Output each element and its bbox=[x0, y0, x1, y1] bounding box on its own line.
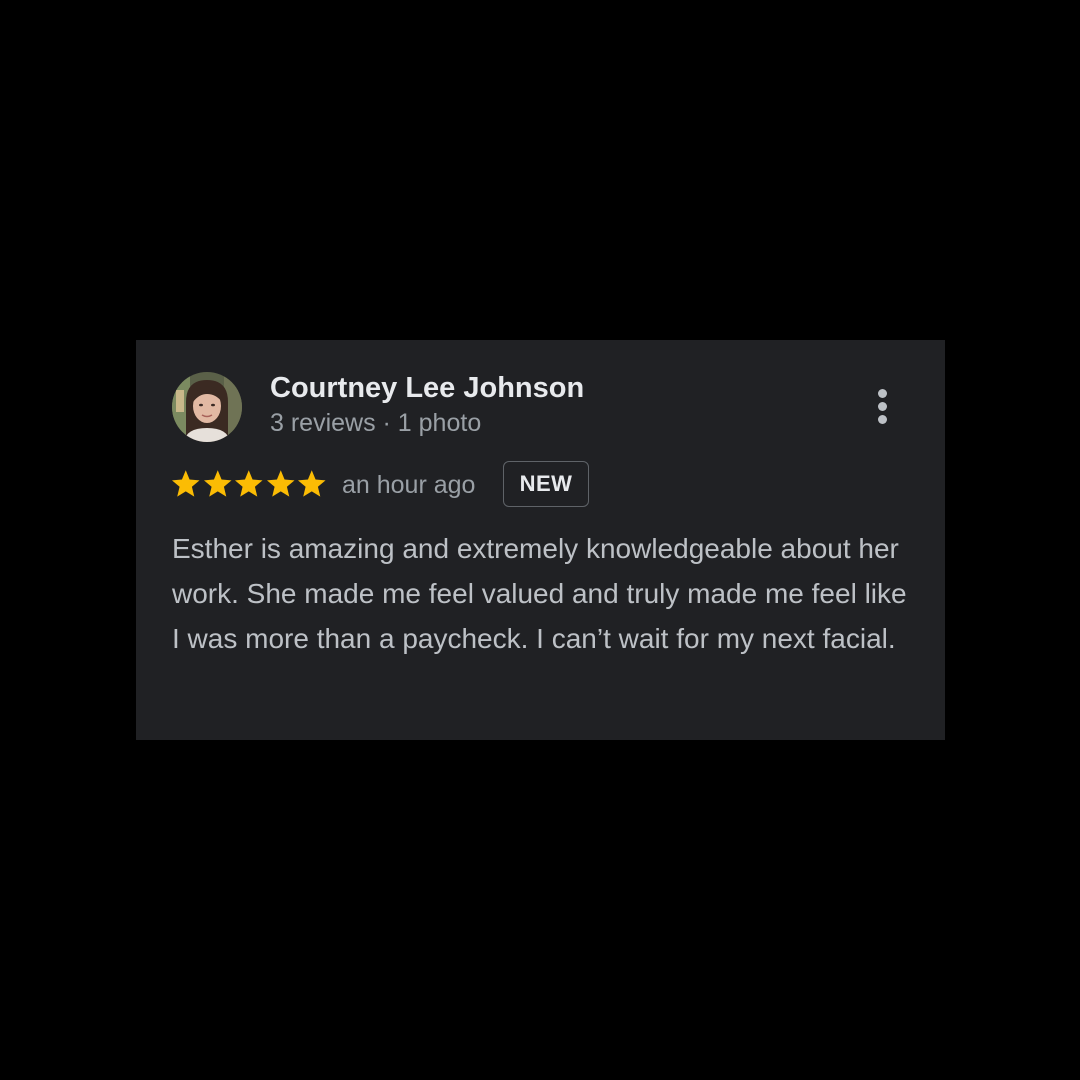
star-icon bbox=[203, 470, 232, 497]
reviewer-meta: 3 reviews · 1 photo bbox=[270, 409, 482, 437]
more-options-button[interactable] bbox=[864, 384, 900, 428]
star-icon bbox=[171, 470, 200, 497]
more-vert-icon-dot bbox=[878, 389, 887, 398]
reviewer-name[interactable]: Courtney Lee Johnson bbox=[270, 370, 584, 406]
review-text: Esther is amazing and extremely knowledg… bbox=[172, 533, 907, 654]
more-vert-icon-dot bbox=[878, 402, 887, 411]
review-card: Courtney Lee Johnson 3 reviews · 1 photo… bbox=[136, 340, 945, 740]
more-vert-icon-dot bbox=[878, 415, 887, 424]
avatar[interactable] bbox=[172, 372, 242, 442]
star-icon bbox=[266, 470, 295, 497]
star-rating bbox=[170, 468, 328, 502]
star-icon bbox=[297, 470, 326, 497]
review-time: an hour ago bbox=[342, 471, 476, 499]
new-badge: NEW bbox=[503, 461, 589, 507]
star-icon bbox=[234, 470, 263, 497]
